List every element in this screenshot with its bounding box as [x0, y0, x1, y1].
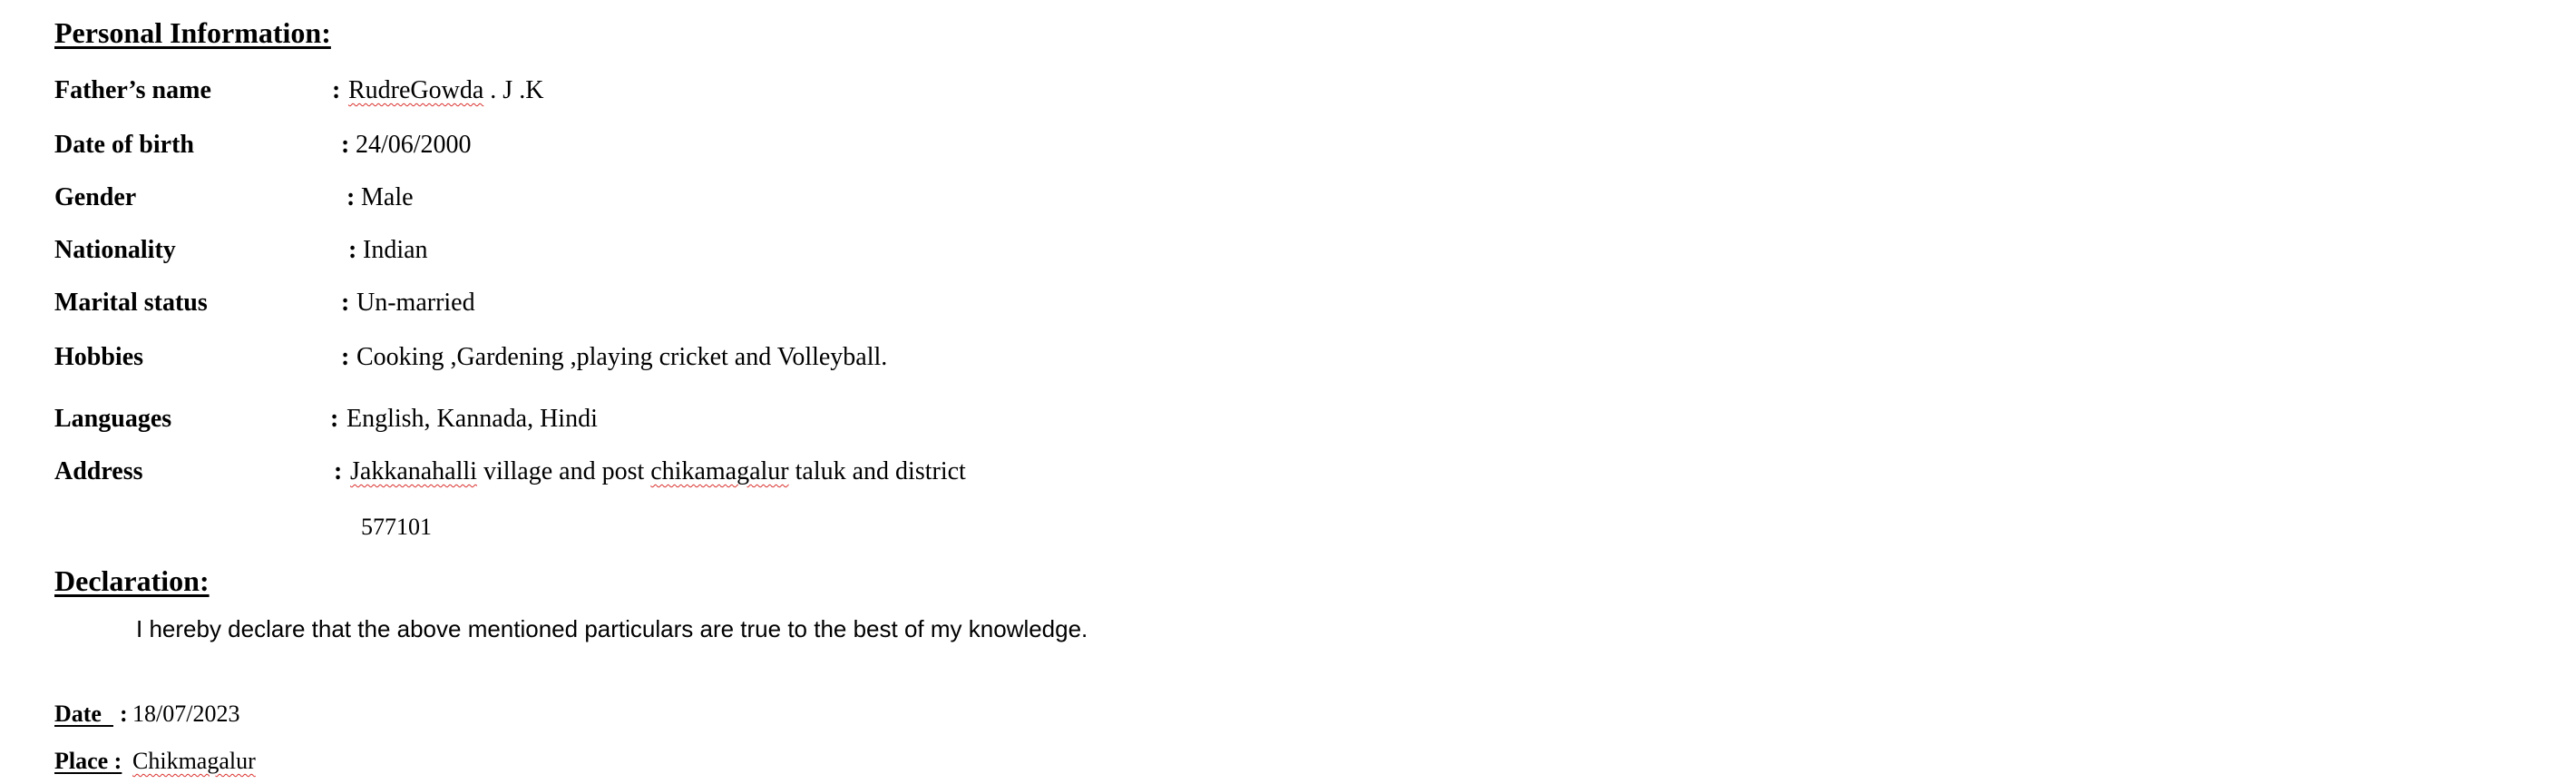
hobbies-value: Cooking ,Gardening ,playing cricket and … [356, 343, 888, 371]
field-colon: : [332, 76, 341, 104]
document-page: { "personal_info": { "heading": "Persona… [0, 0, 2576, 784]
dob-value: 24/06/2000 [356, 131, 472, 159]
hobbies-label: Hobbies [54, 343, 144, 371]
field-colon: : [348, 236, 357, 264]
date-colon: : [120, 701, 128, 727]
place-value-text: Chikmagalur [132, 748, 256, 774]
address-part-2: village and post [476, 457, 651, 485]
field-colon: : [341, 343, 350, 371]
field-colon: : [341, 131, 350, 159]
address-part-3: chikamagalur [650, 457, 789, 485]
nationality-label: Nationality [54, 236, 176, 264]
place-value: Chikmagalur [132, 748, 256, 775]
date-label-gap [102, 701, 113, 727]
father-name-part-1: RudreGowda [348, 76, 484, 104]
date-label-text: Date [54, 701, 102, 727]
father-name-value: RudreGowda . J .K [348, 76, 543, 105]
languages-value: English, Kannada, Hindi [346, 405, 598, 433]
field-colon: : [334, 457, 343, 485]
father-name-label: Father’s name [54, 76, 211, 104]
date-label: Date [54, 701, 113, 728]
dob-label: Date of birth [54, 131, 194, 159]
nationality-value: Indian [363, 236, 428, 264]
address-part-1: Jakkanahalli [350, 457, 477, 485]
address-label: Address [54, 457, 143, 485]
languages-label: Languages [54, 405, 172, 433]
marital-status-value: Un-married [356, 289, 475, 317]
personal-info-heading: Personal Information: [54, 16, 331, 49]
address-part-4: taluk and district [788, 457, 966, 485]
gender-label: Gender [54, 183, 137, 211]
place-label-text: Place : [54, 748, 122, 774]
field-colon: : [330, 405, 339, 433]
field-colon: : [346, 183, 356, 211]
address-pincode: 577101 [361, 514, 432, 540]
date-value: 18/07/2023 [132, 701, 240, 727]
father-name-part-2: . J .K [483, 76, 544, 104]
place-label: Place : [54, 748, 122, 775]
field-colon: : [341, 289, 350, 317]
gender-value: Male [361, 183, 414, 211]
declaration-heading: Declaration: [54, 564, 210, 597]
declaration-text: I hereby declare that the above mentione… [136, 615, 1088, 642]
marital-status-label: Marital status [54, 289, 208, 317]
address-value: Jakkanahalli village and post chikamagal… [350, 457, 966, 486]
